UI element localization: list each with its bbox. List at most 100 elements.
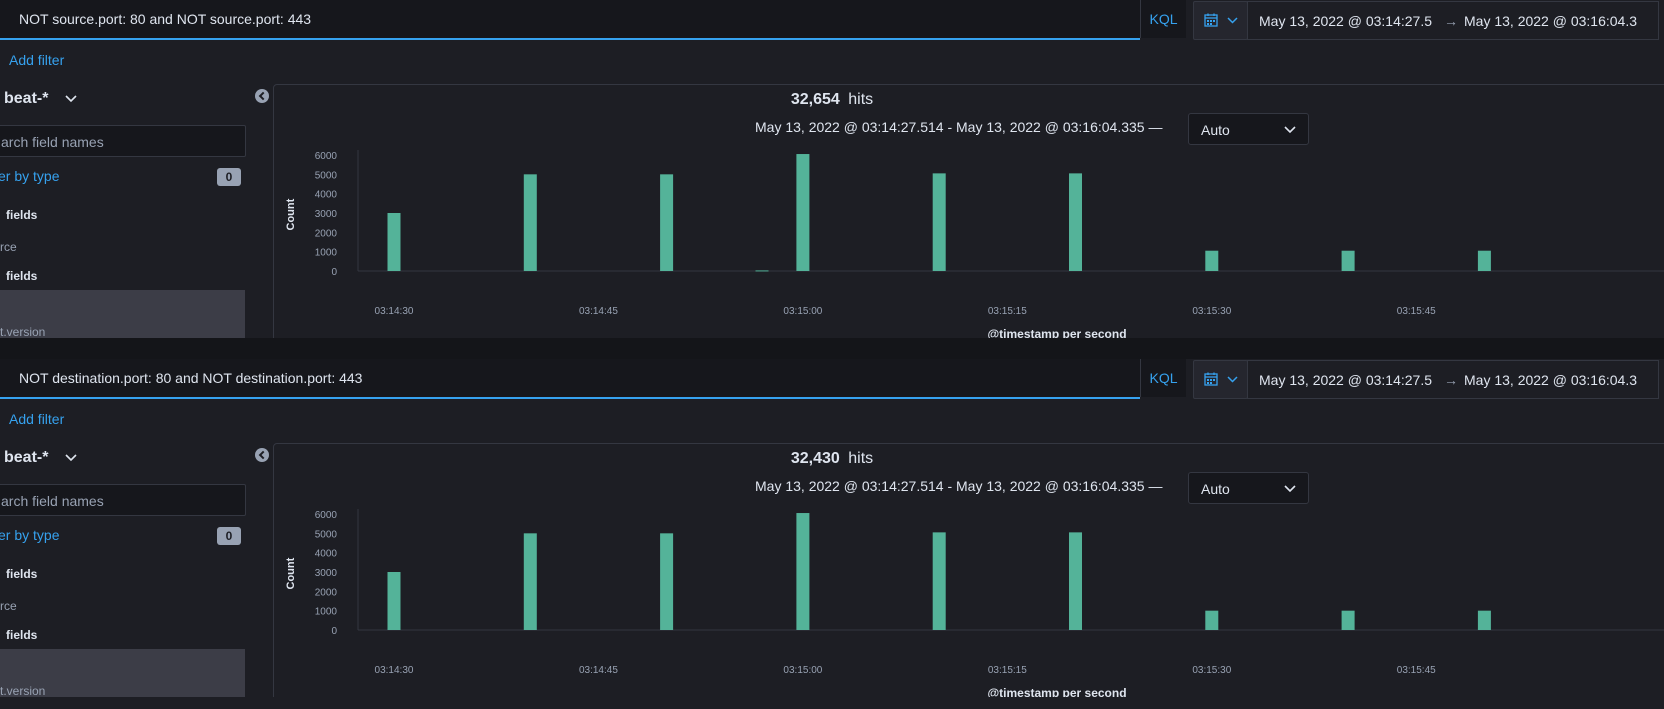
y-tick-label: 0 (331, 267, 337, 278)
chevron-down-icon (1284, 126, 1296, 134)
histogram-bar[interactable] (1205, 250, 1219, 271)
x-axis-label: @timestamp per second (987, 327, 1126, 338)
histogram-bar[interactable] (796, 154, 810, 271)
end-date[interactable]: May 13, 2022 @ 03:16:04.3 (1464, 372, 1637, 388)
histogram-bar[interactable] (387, 572, 401, 630)
field-list-item[interactable]: rce (0, 240, 17, 254)
histogram-chart: 0 1000 2000 3000 4000 5000 6000 Count 03:14:30 03… (285, 150, 1664, 338)
histogram-bar[interactable] (1069, 532, 1082, 630)
y-tick-label: 0 (331, 626, 337, 637)
filter-count-badge: 0 (217, 527, 241, 545)
histogram-bar[interactable] (387, 213, 401, 271)
start-date[interactable]: May 13, 2022 @ 03:14:27.5 (1259, 372, 1432, 388)
x-tick-label: 03:15:45 (1397, 306, 1436, 317)
y-tick-label: 1000 (315, 607, 338, 618)
field-list-item-hovered[interactable]: t.version (0, 649, 245, 697)
selected-fields-heading: fields (6, 208, 38, 222)
chevron-down-icon (1284, 485, 1296, 493)
histogram-bar[interactable] (660, 533, 674, 630)
histogram-bar[interactable] (1341, 610, 1355, 630)
x-tick-label: 03:14:30 (375, 306, 414, 317)
chevron-down-icon (1227, 376, 1238, 383)
end-date[interactable]: May 13, 2022 @ 03:16:04.3 (1464, 13, 1637, 29)
query-bar[interactable]: NOT destination.port: 80 and NOT destina… (0, 359, 1140, 399)
field-search-placeholder: arch field names (1, 493, 104, 509)
selected-fields-heading: fields (6, 567, 38, 581)
hits-count: 32,430 (790, 450, 840, 467)
time-range-text: May 13, 2022 @ 03:14:27.514 - May 13, 20… (755, 478, 1163, 494)
histogram-bar[interactable] (523, 533, 537, 630)
field-search-input[interactable]: arch field names (0, 125, 246, 157)
query-input[interactable]: NOT destination.port: 80 and NOT destina… (19, 370, 362, 386)
filter-by-type-button[interactable]: er by type (0, 168, 59, 184)
y-tick-label: 2000 (315, 228, 338, 239)
interval-value: Auto (1201, 481, 1230, 497)
field-name: t.version (0, 684, 46, 697)
x-tick-label: 03:15:45 (1397, 665, 1436, 676)
x-tick-label: 03:15:15 (988, 665, 1027, 676)
chevron-down-icon (1227, 17, 1238, 24)
hits-label: hits (848, 450, 874, 467)
field-list-item[interactable]: rce (0, 599, 17, 613)
available-fields-heading: fields (6, 269, 38, 283)
x-tick-label: 03:14:45 (579, 665, 618, 676)
histogram-bar[interactable] (1341, 250, 1355, 271)
discover-panel-2: NOT destination.port: 80 and NOT destina… (0, 359, 1664, 697)
add-filter-button[interactable]: Add filter (9, 52, 64, 68)
y-tick-label: 4000 (315, 190, 338, 201)
y-tick-label: 5000 (315, 529, 338, 540)
x-tick-label: 03:15:30 (1192, 665, 1231, 676)
y-axis-label: Count (285, 557, 297, 589)
interval-value: Auto (1201, 122, 1230, 138)
add-filter-button[interactable]: Add filter (9, 411, 64, 427)
x-tick-label: 03:15:30 (1192, 306, 1231, 317)
histogram-bar[interactable] (523, 174, 537, 271)
x-tick-label: 03:14:45 (579, 306, 618, 317)
histogram-chart: 0 1000 2000 3000 4000 5000 6000 Count 03:14:30 03… (285, 509, 1664, 697)
arrow-right-icon: → (1444, 372, 1458, 388)
date-quick-menu-button[interactable] (1193, 360, 1248, 399)
histogram-bar[interactable] (755, 270, 769, 272)
x-tick-label: 03:15:15 (988, 306, 1027, 317)
start-date[interactable]: May 13, 2022 @ 03:14:27.5 (1259, 13, 1432, 29)
field-search-input[interactable]: arch field names (0, 484, 246, 516)
histogram-bar[interactable] (660, 174, 674, 271)
date-quick-menu-button[interactable] (1193, 1, 1248, 40)
x-tick-label: 03:15:00 (783, 665, 822, 676)
y-tick-label: 5000 (315, 170, 338, 181)
histogram-bar[interactable] (1477, 250, 1491, 271)
y-tick-label: 3000 (315, 209, 338, 220)
histogram-bar[interactable] (1477, 610, 1491, 630)
x-axis-label: @timestamp per second (987, 686, 1126, 697)
field-name: t.version (0, 325, 46, 338)
y-tick-label: 3000 (315, 568, 338, 579)
x-tick-label: 03:15:00 (783, 306, 822, 317)
time-range-text: May 13, 2022 @ 03:14:27.514 - May 13, 20… (755, 119, 1163, 135)
histogram-bar[interactable] (1069, 173, 1082, 271)
hits-summary: 32,654 hits (0, 91, 1664, 109)
histogram-bar[interactable] (1205, 610, 1219, 630)
query-bar[interactable]: NOT source.port: 80 and NOT source.port:… (0, 0, 1140, 40)
calendar-icon (1204, 13, 1218, 27)
date-range-picker[interactable]: May 13, 2022 @ 03:14:27.5 → May 13, 2022… (1247, 360, 1659, 399)
y-axis-label: Count (285, 198, 297, 230)
interval-select[interactable]: Auto (1188, 113, 1309, 145)
histogram-bar[interactable] (796, 513, 810, 630)
histogram-bar[interactable] (932, 532, 946, 630)
y-tick-label: 4000 (315, 549, 338, 560)
date-range-picker[interactable]: May 13, 2022 @ 03:14:27.5 → May 13, 2022… (1247, 1, 1659, 40)
query-input[interactable]: NOT source.port: 80 and NOT source.port:… (19, 11, 311, 27)
field-search-placeholder: arch field names (1, 134, 104, 150)
hits-label: hits (848, 91, 874, 108)
interval-select[interactable]: Auto (1188, 472, 1309, 504)
available-fields-heading: fields (6, 628, 38, 642)
hits-summary: 32,430 hits (0, 450, 1664, 468)
panel-separator (0, 338, 1664, 359)
discover-panel-1: NOT source.port: 80 and NOT source.port:… (0, 0, 1664, 338)
histogram-bar[interactable] (932, 173, 946, 271)
field-list-item-hovered[interactable]: t.version (0, 290, 245, 338)
y-tick-label: 1000 (315, 248, 338, 259)
kql-toggle-button[interactable]: KQL (1140, 0, 1186, 38)
filter-by-type-button[interactable]: er by type (0, 527, 59, 543)
kql-toggle-button[interactable]: KQL (1140, 359, 1186, 397)
